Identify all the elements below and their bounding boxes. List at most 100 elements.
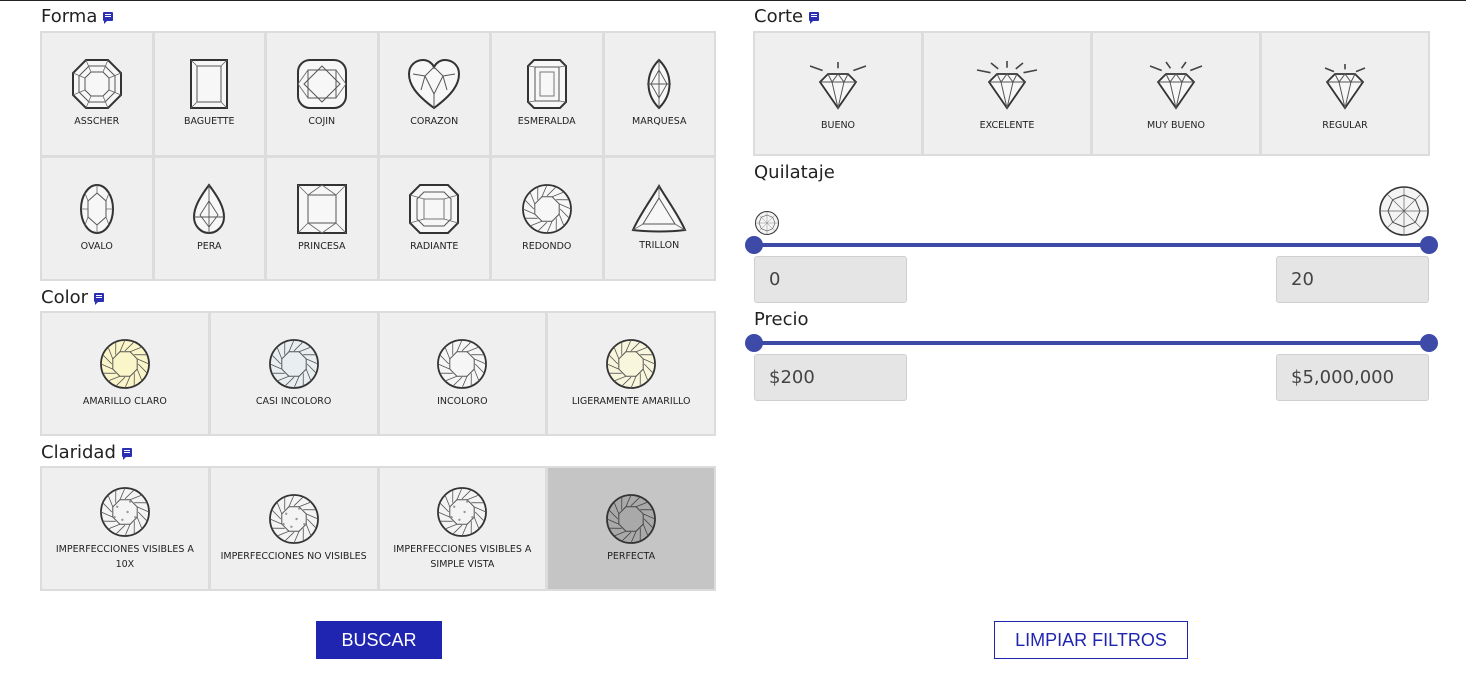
large-diamond-icon: [1379, 186, 1429, 236]
shape-grid: ASSCHER BAGUETTE COJIN CORAZON ESMERALDA MARQ…: [40, 31, 716, 281]
carat-min-input[interactable]: [754, 256, 907, 303]
color-option-label: AMARILLO CLARO: [82, 396, 167, 407]
round-diamond-icon: [99, 338, 151, 390]
clarity-option-label: IMPERFECCIONES NO VISIBLES: [220, 551, 367, 562]
price-max-handle[interactable]: [1420, 334, 1438, 352]
info-chat-icon[interactable]: [103, 12, 114, 24]
price-min-input[interactable]: [754, 354, 907, 401]
shape-option[interactable]: REDONDO: [492, 157, 602, 279]
diamond-inclusions-icon: [268, 493, 320, 545]
price-min-handle[interactable]: [745, 334, 763, 352]
shape-option[interactable]: MARQUESA: [604, 33, 714, 155]
quilataje-title-text: Quilataje: [754, 162, 835, 183]
shape-option[interactable]: COJIN: [267, 33, 377, 155]
shape-option-label: PERA: [197, 240, 222, 252]
cut-option[interactable]: BUENO: [755, 33, 921, 154]
precio-title-text: Precio: [754, 309, 809, 330]
shape-option[interactable]: RADIANTE: [379, 157, 489, 279]
cut-option-label: EXCELENTE: [979, 120, 1035, 131]
shape-option-label: CORAZON: [410, 116, 459, 128]
color-option[interactable]: LIGERAMENTE AMARILLO: [548, 313, 714, 434]
price-max-input[interactable]: [1276, 354, 1429, 401]
round-icon: [521, 183, 573, 235]
sparkle-diamond-icon: [1140, 54, 1212, 114]
cut-option-label: REGULAR: [1322, 120, 1368, 131]
cut-option[interactable]: REGULAR: [1262, 33, 1428, 154]
shape-option[interactable]: BAGUETTE: [154, 33, 264, 155]
shape-option-label: PRINCESA: [297, 240, 346, 252]
color-option[interactable]: INCOLORO: [379, 313, 546, 434]
cut-option-label: BUENO: [820, 120, 856, 131]
shape-option-label: TRILLON: [639, 239, 680, 251]
trillion-icon: [631, 183, 687, 234]
shape-option[interactable]: OVALO: [42, 157, 152, 279]
claridad-title-text: Claridad: [41, 442, 116, 463]
diamond-flawless-icon: [605, 493, 657, 545]
round-diamond-icon: [268, 338, 320, 390]
color-option[interactable]: CASI INCOLORO: [210, 313, 377, 434]
forma-title-text: Forma: [41, 6, 98, 27]
info-chat-icon[interactable]: [94, 293, 104, 305]
clarity-option[interactable]: IMPERFECCIONES VISIBLES A SIMPLE VISTA: [379, 468, 546, 589]
small-diamond-icon: [755, 211, 779, 235]
top-border: [0, 0, 1466, 1]
corte-title: Corte: [754, 6, 820, 27]
color-option-label: LIGERAMENTE AMARILLO: [571, 396, 691, 407]
price-slider-track[interactable]: [745, 334, 1438, 352]
sparkle-diamond-icon: [1309, 54, 1381, 114]
carat-min-handle[interactable]: [745, 236, 763, 254]
shape-option-label: REDONDO: [522, 240, 572, 252]
clarity-option[interactable]: PERFECTA: [548, 468, 714, 589]
precio-title: Precio: [754, 309, 809, 330]
cut-option[interactable]: MUY BUENO: [1093, 33, 1259, 154]
shape-option-label: MARQUESA: [632, 116, 687, 128]
marquise-icon: [643, 58, 675, 110]
color-grid: AMARILLO CLARO CASI INCOLORO INCOLORO LI…: [40, 311, 716, 436]
claridad-title: Claridad: [41, 442, 132, 463]
cut-option[interactable]: EXCELENTE: [924, 33, 1090, 154]
color-option-label: CASI INCOLORO: [255, 396, 332, 407]
shape-option-label: COJIN: [308, 116, 336, 128]
clear-filters-button[interactable]: LIMPIAR FILTROS: [994, 621, 1188, 659]
cut-grid: BUENO EXCELENTE MUY BUENO REGULAR: [753, 31, 1430, 156]
princess-icon: [296, 183, 348, 235]
pear-icon: [192, 183, 226, 235]
carat-max-input[interactable]: [1276, 256, 1429, 303]
round-diamond-icon: [605, 338, 657, 390]
clarity-option-label: IMPERFECCIONES VISIBLES A SIMPLE VISTA: [393, 543, 532, 570]
cushion-icon: [296, 58, 348, 110]
diamond-inclusions-icon: [99, 486, 151, 538]
heart-icon: [407, 58, 461, 110]
info-chat-icon[interactable]: [121, 448, 132, 460]
shape-option-label: ESMERALDA: [517, 116, 576, 128]
shape-option[interactable]: CORAZON: [379, 33, 489, 155]
color-option[interactable]: AMARILLO CLARO: [42, 313, 208, 434]
diamond-inclusions-icon: [436, 486, 488, 538]
search-button[interactable]: BUSCAR: [316, 621, 442, 659]
shape-option[interactable]: TRILLON: [604, 157, 714, 279]
color-option-label: INCOLORO: [437, 396, 488, 407]
clarity-option[interactable]: IMPERFECCIONES NO VISIBLES: [210, 468, 377, 589]
cut-option-label: MUY BUENO: [1146, 120, 1206, 131]
carat-slider-track[interactable]: [745, 236, 1438, 254]
sparkle-diamond-icon: [802, 54, 874, 114]
clarity-option-label: IMPERFECCIONES VISIBLES A 10X: [55, 543, 194, 570]
radiant-icon: [408, 183, 460, 235]
quilataje-title: Quilataje: [754, 162, 835, 183]
oval-icon: [79, 183, 115, 235]
shape-option[interactable]: ASSCHER: [42, 33, 152, 155]
clarity-option[interactable]: IMPERFECCIONES VISIBLES A 10X: [42, 468, 208, 589]
shape-option-label: ASSCHER: [74, 116, 120, 128]
color-title: Color: [41, 287, 104, 308]
forma-title: Forma: [41, 6, 114, 27]
shape-option-label: RADIANTE: [410, 240, 459, 252]
shape-option[interactable]: PERA: [154, 157, 264, 279]
shape-option-label: OVALO: [80, 240, 113, 252]
asscher-icon: [71, 58, 123, 110]
info-chat-icon[interactable]: [809, 12, 820, 24]
clarity-option-label: PERFECTA: [607, 551, 656, 562]
shape-option[interactable]: PRINCESA: [267, 157, 377, 279]
shape-option[interactable]: ESMERALDA: [492, 33, 602, 155]
carat-max-handle[interactable]: [1420, 236, 1438, 254]
sparkle-diamond-icon: [971, 54, 1043, 114]
